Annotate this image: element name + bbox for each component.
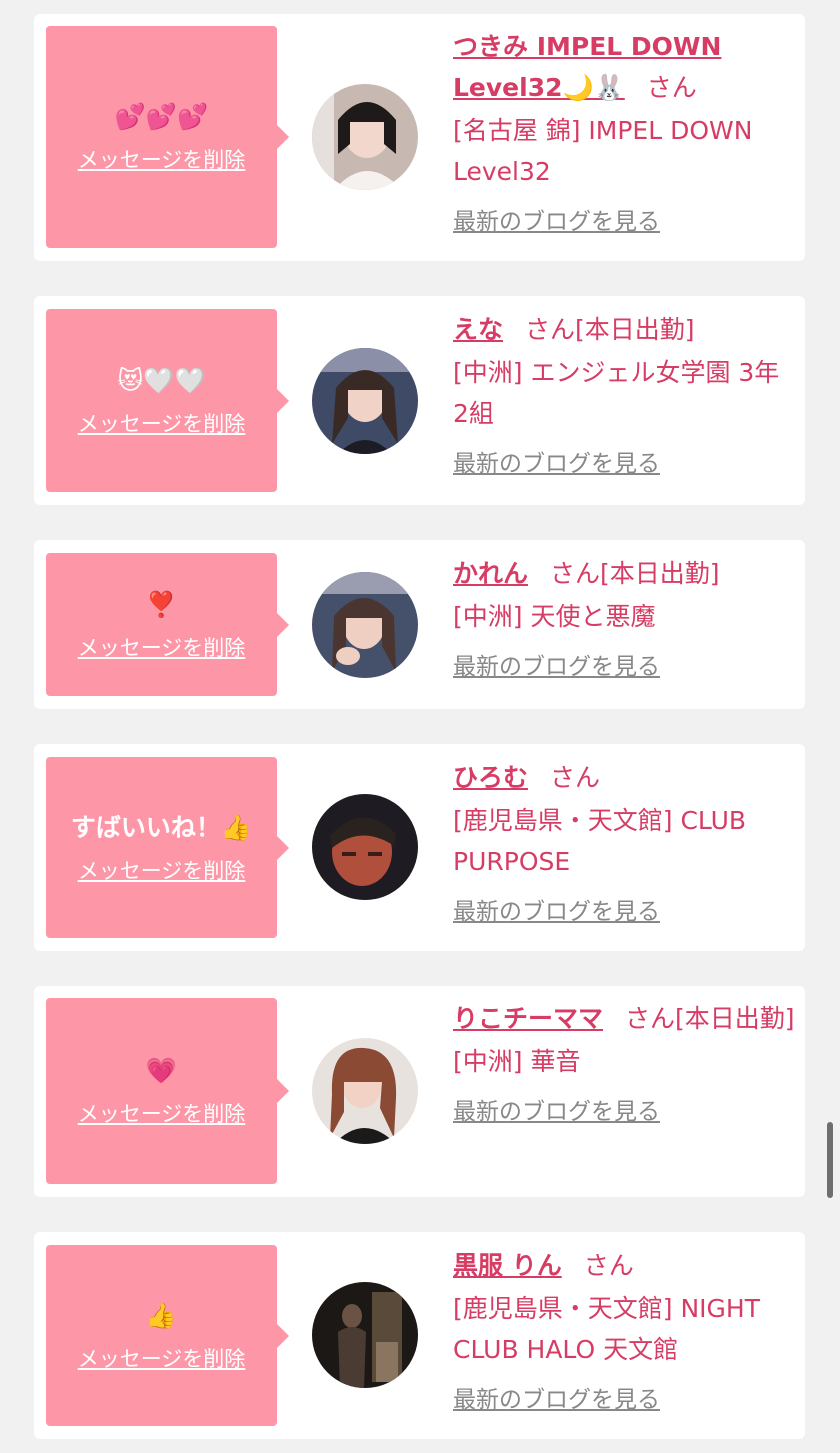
cast-name-link[interactable]: えな [453,315,503,344]
cast-info: りこチーママ さん[本日出勤] [中洲] 華音 最新のブログを見る [453,998,795,1126]
cast-name-link[interactable]: ひろむ [453,763,528,792]
honorific: さん [550,763,601,792]
cast-avatar[interactable] [312,1282,418,1388]
cast-name-line: かれん さん[本日出勤] [453,553,795,594]
message-card: すばいいね！👍 メッセージを削除 ひろむ さん [鹿児島県・天文館] CLUB P… [34,744,805,951]
reaction-bubble: 👍 メッセージを削除 [46,1245,289,1426]
cast-name-line: 黒服 りん さん [453,1245,795,1286]
cast-name-link[interactable]: 黒服 りん [453,1251,562,1280]
cast-name-line: つきみ IMPEL DOWN Level32🌙🐰 さん [453,26,795,108]
delete-message-link[interactable]: メッセージを削除 [78,1098,246,1128]
reaction-bubble: ❣️ メッセージを削除 [46,553,289,696]
cast-avatar[interactable] [312,572,418,678]
delete-message-link[interactable]: メッセージを削除 [78,408,246,438]
shop-label: [鹿児島県・天文館] NIGHT CLUB HALO 天文館 [453,1294,760,1364]
reaction-text: 😻🤍🤍 [117,365,206,395]
cast-info: かれん さん[本日出勤] [中洲] 天使と悪魔 最新のブログを見る [453,553,795,681]
reaction-text: ❣️ [145,589,178,619]
status-label: [本日出勤] [575,315,695,344]
page-scrollbar[interactable] [827,1122,833,1198]
message-card: ❣️ メッセージを削除 かれん さん[本日出勤] [中洲] 天使と悪魔 最新のブロ… [34,540,805,709]
honorific: さん [646,73,697,102]
shop-label: [名古屋 錦] IMPEL DOWN Level32 [453,116,753,186]
cast-avatar[interactable] [312,348,418,454]
cast-avatar[interactable] [312,794,418,900]
status-label: [本日出勤] [600,559,720,588]
delete-message-link[interactable]: メッセージを削除 [78,855,246,885]
honorific: さん [625,1004,676,1033]
message-card: 👍 メッセージを削除 黒服 りん さん [鹿児島県・天文館] NIGHT CLUB… [34,1232,805,1439]
message-card: 😻🤍🤍 メッセージを削除 えな さん[本日出勤] [中洲] エンジェル女学園 3年… [34,296,805,505]
reaction-text: 💕💕💕 [114,102,209,131]
latest-blog-link[interactable]: 最新のブログを見る [453,1380,660,1414]
reaction-text: 👍 [145,1300,178,1330]
shop-label: [中洲] 天使と悪魔 [453,602,656,631]
honorific: さん [583,1251,634,1280]
cast-name-link[interactable]: りこチーママ [453,1004,603,1033]
honorific: さん [525,315,576,344]
cast-info: つきみ IMPEL DOWN Level32🌙🐰 さん [名古屋 錦] IMPEL… [453,26,795,236]
shop-label: [中洲] 華音 [453,1047,581,1076]
cast-info: えな さん[本日出勤] [中洲] エンジェル女学園 3年2組 最新のブログを見る [453,309,795,478]
delete-message-link[interactable]: メッセージを削除 [78,144,246,174]
cast-avatar[interactable] [312,84,418,190]
cast-name-line: りこチーママ さん[本日出勤] [453,998,795,1039]
latest-blog-link[interactable]: 最新のブログを見る [453,202,660,236]
delete-message-link[interactable]: メッセージを削除 [78,632,246,662]
shop-label: [中洲] エンジェル女学園 3年2組 [453,358,780,428]
latest-blog-link[interactable]: 最新のブログを見る [453,647,660,681]
shop-label: [鹿児島県・天文館] CLUB PURPOSE [453,806,747,876]
latest-blog-link[interactable]: 最新のブログを見る [453,1092,660,1126]
honorific: さん [550,559,601,588]
cast-avatar[interactable] [312,1038,418,1144]
cast-name-line: ひろむ さん [453,757,795,798]
cast-name-link[interactable]: かれん [453,559,528,588]
reaction-bubble: すばいいね！👍 メッセージを削除 [46,757,289,938]
cast-info: 黒服 りん さん [鹿児島県・天文館] NIGHT CLUB HALO 天文館 最… [453,1245,795,1414]
reaction-text: 💗 [145,1056,178,1085]
reaction-text: すばいいね！👍 [70,812,253,842]
reaction-bubble: 😻🤍🤍 メッセージを削除 [46,309,289,492]
status-label: [本日出勤] [675,1004,795,1033]
cast-name-line: えな さん[本日出勤] [453,309,795,350]
cast-info: ひろむ さん [鹿児島県・天文館] CLUB PURPOSE 最新のブログを見る [453,757,795,926]
message-card: 💕💕💕 メッセージを削除 つきみ IMPEL DOWN Level32🌙🐰 さん … [34,14,805,261]
delete-message-link[interactable]: メッセージを削除 [78,1343,246,1373]
reaction-bubble: 💕💕💕 メッセージを削除 [46,26,289,248]
reaction-bubble: 💗 メッセージを削除 [46,998,289,1184]
message-list: 💕💕💕 メッセージを削除 つきみ IMPEL DOWN Level32🌙🐰 さん … [0,0,840,1453]
latest-blog-link[interactable]: 最新のブログを見る [453,444,660,478]
latest-blog-link[interactable]: 最新のブログを見る [453,892,660,926]
message-card: 💗 メッセージを削除 りこチーママ さん[本日出勤] [中洲] 華音 最新のブログ… [34,986,805,1197]
